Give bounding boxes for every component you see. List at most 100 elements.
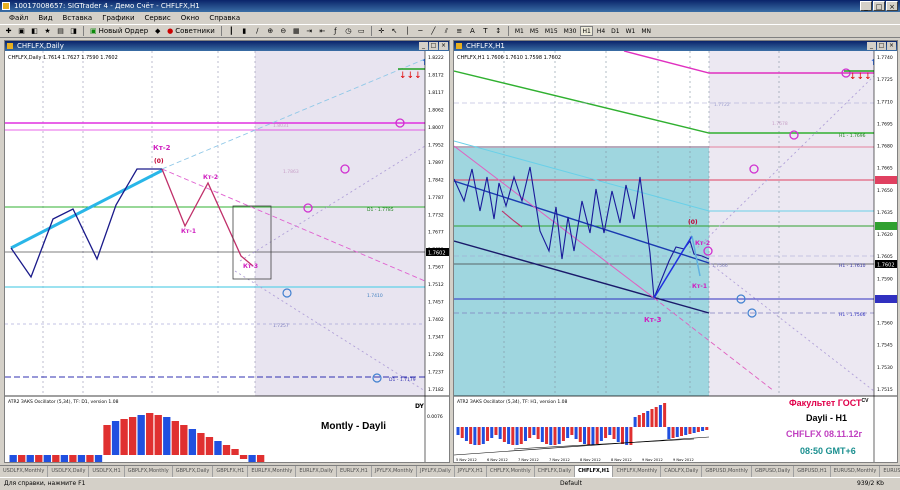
chart-tab[interactable]: CHFLFX,Daily bbox=[535, 466, 576, 477]
tf-m30[interactable]: M30 bbox=[562, 26, 579, 36]
fib-label-1: 1.8031 bbox=[273, 123, 289, 129]
right-price-marker: 1.7602 bbox=[877, 263, 895, 269]
left-chart-window[interactable]: CHFLFX,Daily _ □ × ↓↓↓ ↑ 1.8222 1.8172 1… bbox=[4, 40, 450, 463]
trendline-icon[interactable]: ╱ bbox=[428, 26, 439, 37]
osc-bar bbox=[256, 455, 265, 462]
chart-tab[interactable]: GBPLFX,H1 bbox=[213, 466, 249, 477]
market-watch-icon[interactable]: ◧ bbox=[29, 26, 40, 37]
menu-view[interactable]: Вид bbox=[33, 12, 57, 24]
osc-bar bbox=[637, 415, 641, 427]
chart-tab[interactable]: JPYLFX,Monthly bbox=[372, 466, 418, 477]
menu-charts[interactable]: Графики bbox=[97, 12, 139, 24]
cursor-icon[interactable]: ↖ bbox=[389, 26, 400, 37]
chart-tab[interactable]: CHFLFX,Monthly bbox=[487, 466, 535, 477]
label-icon[interactable]: T bbox=[480, 26, 491, 37]
chart-tab[interactable]: EURLFX,Daily bbox=[296, 466, 337, 477]
price-tick: 1.7695 bbox=[877, 121, 893, 127]
menu-insert[interactable]: Вставка bbox=[58, 12, 98, 24]
autoscroll-icon[interactable]: ⇥ bbox=[304, 26, 315, 37]
vline-icon[interactable]: │ bbox=[402, 26, 413, 37]
chart-tab[interactable]: CHFLFX,H1 bbox=[575, 466, 614, 477]
new-order-button[interactable]: ▣ Новый Ордер bbox=[88, 26, 150, 37]
bar-chart-icon[interactable]: ┃ bbox=[226, 26, 237, 37]
text-icon[interactable]: A bbox=[467, 26, 478, 37]
chart-tab[interactable]: GBPLFX,Monthly bbox=[125, 466, 173, 477]
chart-tab[interactable]: USDLFX,H1 bbox=[89, 466, 125, 477]
chart-tab[interactable]: USDLFX,Monthly bbox=[0, 466, 49, 477]
fib-label-3: 1.7678 bbox=[772, 121, 788, 127]
tf-h1[interactable]: H1 bbox=[580, 26, 593, 36]
right-close-button[interactable]: × bbox=[887, 42, 896, 50]
menu-file[interactable]: Файл bbox=[4, 12, 33, 24]
chart-tab[interactable]: GBPUSD,Daily bbox=[752, 466, 795, 477]
tester-icon[interactable]: ◨ bbox=[68, 26, 79, 37]
chart-tab[interactable]: GBPUSD,Monthly bbox=[702, 466, 752, 477]
fibo-icon[interactable]: ≡ bbox=[454, 26, 465, 37]
chart-tab[interactable]: EURLFX,H1 bbox=[337, 466, 372, 477]
chart-tab[interactable]: USDLFX,Daily bbox=[48, 466, 90, 477]
meta-editor-icon[interactable]: ◆ bbox=[152, 26, 163, 37]
left-minimize-button[interactable]: _ bbox=[419, 42, 428, 50]
red-price-marker bbox=[875, 176, 897, 184]
left-osc-bars bbox=[9, 413, 265, 462]
osc-bar bbox=[473, 427, 477, 445]
channel-icon[interactable]: ⫽ bbox=[441, 26, 452, 37]
advisors-button[interactable]: ● Советники bbox=[165, 26, 217, 37]
tf-m15[interactable]: M15 bbox=[543, 26, 560, 36]
tile-windows-icon[interactable]: ▦ bbox=[291, 26, 302, 37]
osc-bar bbox=[574, 427, 578, 439]
profiles-icon[interactable]: ▣ bbox=[16, 26, 27, 37]
dy-label: DY bbox=[415, 403, 425, 410]
chart-tab[interactable]: EURUSD,Monthly bbox=[831, 466, 881, 477]
left-chart-canvas[interactable]: ↓↓↓ ↑ 1.82221.81721.81171.80621.80071.79… bbox=[5, 51, 449, 462]
menu-window[interactable]: Окно bbox=[176, 12, 205, 24]
periods-icon[interactable]: ◷ bbox=[343, 26, 354, 37]
chart-tab[interactable]: CHFLFX,Monthly bbox=[613, 466, 662, 477]
terminal-icon[interactable]: ▤ bbox=[55, 26, 66, 37]
right-maximize-button[interactable]: □ bbox=[877, 42, 886, 50]
arrows-icon[interactable]: ↕ bbox=[493, 26, 504, 37]
minimize-button[interactable]: _ bbox=[860, 1, 872, 11]
new-chart-icon[interactable]: ✚ bbox=[3, 26, 14, 37]
right-chart-title: CHFLFX,H1 bbox=[466, 42, 505, 50]
tf-mn[interactable]: MN bbox=[639, 26, 653, 36]
osc-bar bbox=[94, 455, 103, 462]
tf-w1[interactable]: W1 bbox=[624, 26, 638, 36]
right-chart-window[interactable]: CHFLFX,H1 _ □ × ↓↓↓ ↑ (0) Кт-2 Кт-1 Кт-3… bbox=[453, 40, 898, 463]
candle-chart-icon[interactable]: ▮ bbox=[239, 26, 250, 37]
osc-bar bbox=[43, 455, 51, 462]
templates-icon[interactable]: ▭ bbox=[356, 26, 367, 37]
maximize-button[interactable]: □ bbox=[873, 1, 885, 11]
chart-tab[interactable]: JPYLFX,Daily bbox=[417, 466, 455, 477]
zoom-out-icon[interactable]: ⊖ bbox=[278, 26, 289, 37]
osc-bar bbox=[464, 427, 468, 441]
left-maximize-button[interactable]: □ bbox=[429, 42, 438, 50]
navigator-icon[interactable]: ★ bbox=[42, 26, 53, 37]
tf-m5[interactable]: M5 bbox=[528, 26, 541, 36]
chart-tab[interactable]: CADLFX,Daily bbox=[661, 466, 703, 477]
price-tick: 1.7347 bbox=[428, 335, 444, 341]
osc-bar bbox=[214, 441, 222, 455]
chart-tab[interactable]: JPYLFX,H1 bbox=[455, 466, 487, 477]
right-minimize-button[interactable]: _ bbox=[867, 42, 876, 50]
chart-shift-icon[interactable]: ⇤ bbox=[317, 26, 328, 37]
fib-label-2: H1 - 1.7696 bbox=[839, 133, 866, 139]
indicators-icon[interactable]: ƒ bbox=[330, 26, 341, 37]
zoom-in-icon[interactable]: ⊕ bbox=[265, 26, 276, 37]
line-chart-icon[interactable]: ∕ bbox=[252, 26, 263, 37]
tf-m1[interactable]: M1 bbox=[513, 26, 526, 36]
close-button[interactable]: × bbox=[886, 1, 898, 11]
chart-tab[interactable]: GBPUSD,H1 bbox=[794, 466, 831, 477]
crosshair-icon[interactable]: ✛ bbox=[376, 26, 387, 37]
menu-help[interactable]: Справка bbox=[204, 12, 245, 24]
menu-tools[interactable]: Сервис bbox=[140, 12, 176, 24]
tf-d1[interactable]: D1 bbox=[609, 26, 621, 36]
hline-icon[interactable]: ─ bbox=[415, 26, 426, 37]
chart-tab[interactable]: EURUSD,Daily bbox=[880, 466, 900, 477]
tf-h4[interactable]: H4 bbox=[595, 26, 607, 36]
chart-tab[interactable]: EURLFX,Monthly bbox=[248, 466, 297, 477]
chart-tab[interactable]: GBPLFX,Daily bbox=[173, 466, 214, 477]
osc-bar bbox=[502, 427, 506, 442]
left-close-button[interactable]: × bbox=[439, 42, 448, 50]
osc-bar bbox=[469, 427, 473, 444]
